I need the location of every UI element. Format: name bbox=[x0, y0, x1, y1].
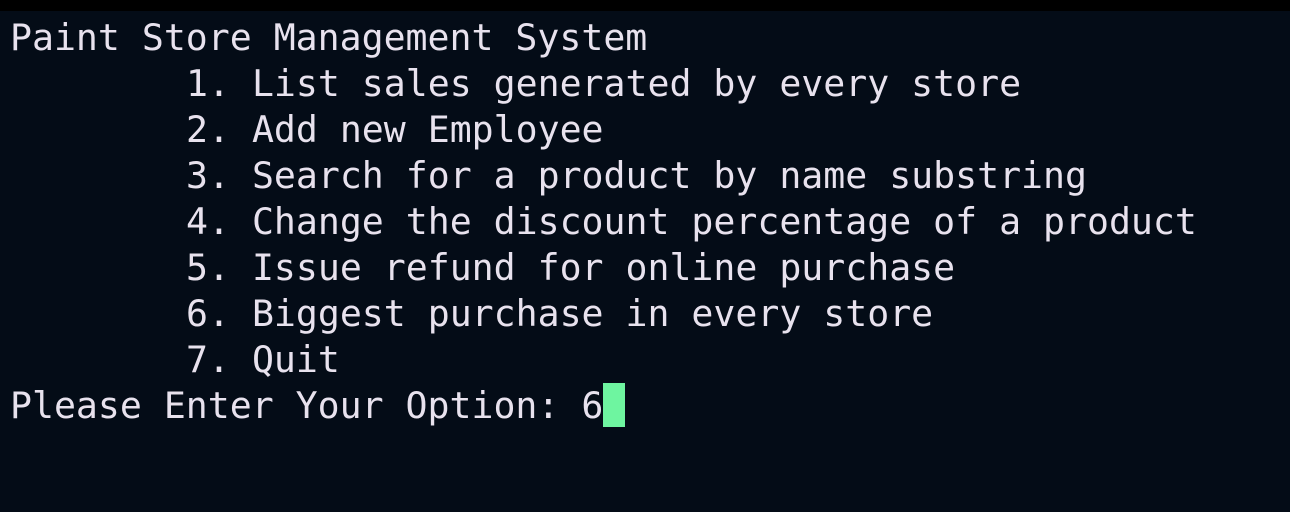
text-cursor bbox=[603, 383, 626, 427]
app-title: Paint Store Management System bbox=[10, 16, 648, 59]
menu-item-number: 4. bbox=[186, 200, 230, 243]
menu-item-number: 3. bbox=[186, 154, 230, 197]
menu-item-label: Quit bbox=[251, 338, 340, 381]
menu-item-number: 5. bbox=[186, 246, 230, 289]
menu-item-label: Search for a product by name substring bbox=[251, 154, 1087, 197]
terminal-window[interactable]: Paint Store Management System 1. List sa… bbox=[0, 11, 1290, 512]
menu-item-6: 6. Biggest purchase in every store bbox=[186, 291, 933, 337]
menu-item-number: 2. bbox=[186, 108, 230, 151]
menu-item-label: Add new Employee bbox=[251, 108, 604, 151]
input-prompt[interactable]: Please Enter Your Option: 6 bbox=[10, 383, 626, 429]
menu-item-number: 7. bbox=[186, 338, 230, 381]
menu-item-4: 4. Change the discount percentage of a p… bbox=[186, 199, 1197, 245]
menu-item-2: 2. Add new Employee bbox=[186, 107, 604, 153]
menu-item-label: List sales generated by every store bbox=[251, 62, 1022, 105]
menu-item-7: 7. Quit bbox=[186, 337, 340, 383]
menu-item-number: 1. bbox=[186, 62, 230, 105]
window-title-bar bbox=[0, 0, 1290, 11]
prompt-label: Please Enter Your Option: bbox=[10, 384, 582, 427]
menu-item-1: 1. List sales generated by every store bbox=[186, 61, 1021, 107]
menu-item-number: 6. bbox=[186, 292, 230, 335]
prompt-input-value[interactable]: 6 bbox=[581, 384, 603, 427]
menu-item-label: Change the discount percentage of a prod… bbox=[251, 200, 1197, 243]
menu-item-label: Issue refund for online purchase bbox=[251, 246, 956, 289]
menu-item-label: Biggest purchase in every store bbox=[251, 292, 934, 335]
menu-item-3: 3. Search for a product by name substrin… bbox=[186, 153, 1087, 199]
menu-item-5: 5. Issue refund for online purchase bbox=[186, 245, 955, 291]
